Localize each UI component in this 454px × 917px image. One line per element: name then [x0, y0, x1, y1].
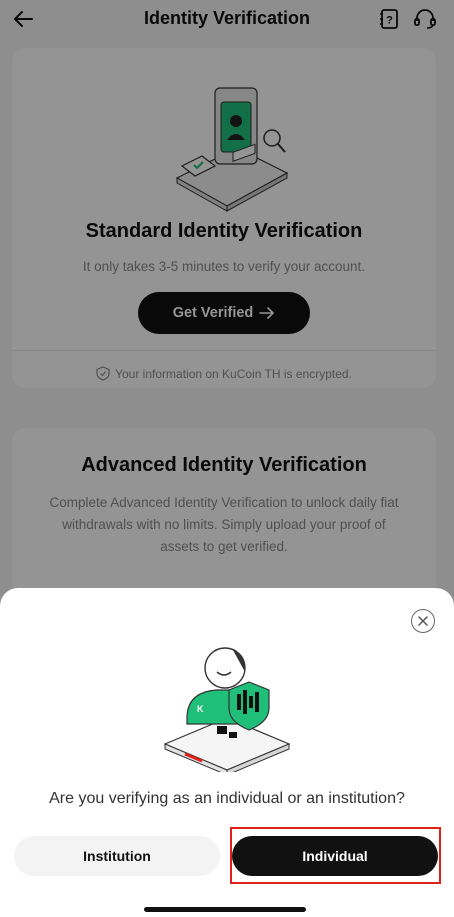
close-icon — [418, 616, 428, 626]
account-type-question: Are you verifying as an individual or an… — [49, 790, 405, 807]
selection-highlight-box — [230, 827, 441, 884]
account-type-sheet: K Are you verifying as an individual or … — [0, 588, 454, 917]
institution-option-label: Institution — [83, 848, 151, 864]
institution-option-button[interactable]: Institution — [14, 836, 220, 876]
individual-user-illustration: K — [163, 647, 291, 772]
close-button[interactable] — [411, 609, 435, 633]
home-indicator[interactable] — [144, 907, 306, 912]
svg-text:K: K — [197, 704, 204, 714]
